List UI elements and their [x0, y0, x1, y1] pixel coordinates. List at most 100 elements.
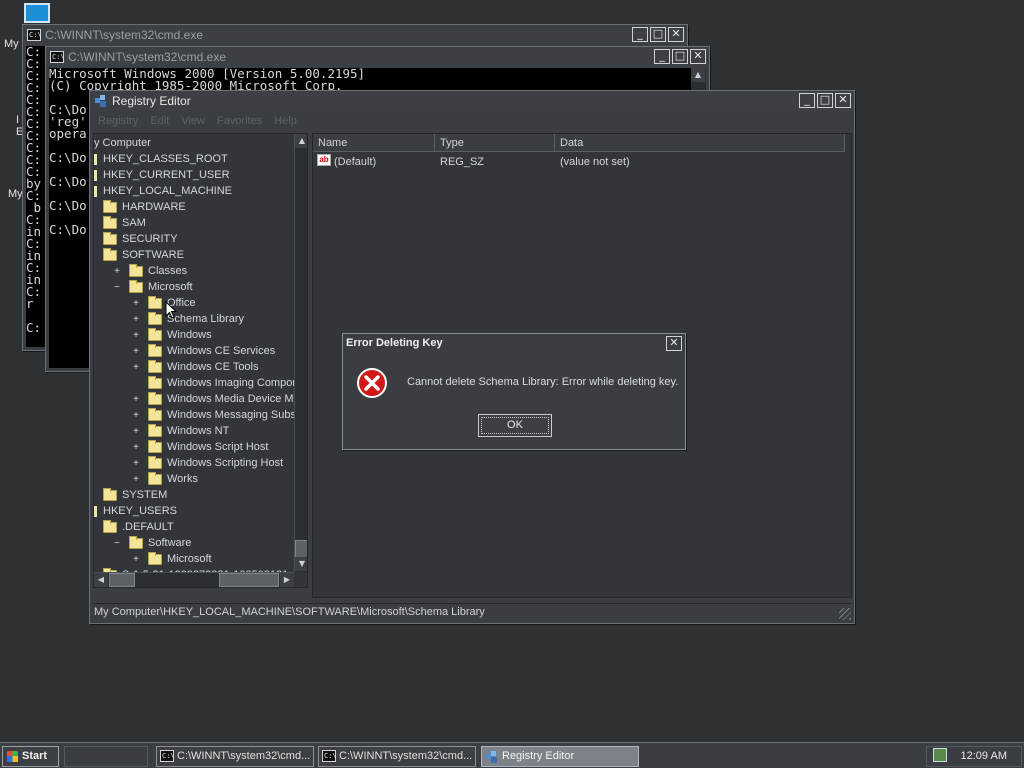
tree-node[interactable]: + Windows Messaging Subsys [131, 407, 307, 423]
taskbar: Start C:\ C:\WINNT\system32\cmd... C:\ C… [0, 742, 1024, 768]
expand-icon[interactable]: + [131, 458, 141, 469]
dialog-message: Cannot delete Schema Library: Error whil… [407, 376, 679, 388]
menu-view[interactable]: View [181, 115, 205, 127]
folder-icon [103, 247, 117, 261]
maximize-button[interactable]: □ [650, 27, 666, 42]
tree-node[interactable]: HKEY_CLASSES_ROOT [94, 151, 228, 167]
scroll-left-arrow-icon[interactable]: ◀ [94, 573, 108, 587]
maximize-button[interactable]: □ [672, 49, 688, 64]
folder-icon [103, 487, 117, 501]
close-button[interactable]: ✕ [668, 27, 684, 42]
tree-horizontal-scrollbar[interactable]: ◀ ▶ [94, 572, 294, 587]
scroll-down-arrow-icon[interactable]: ▼ [295, 557, 307, 571]
tree-node[interactable]: HKEY_CURRENT_USER [94, 167, 230, 183]
tree-node[interactable]: − Microsoft [112, 279, 193, 295]
windows-logo-icon [7, 751, 18, 762]
close-button[interactable]: ✕ [835, 93, 851, 108]
tree-node[interactable]: + Office [131, 295, 196, 311]
tree-node-label: Windows NT [167, 425, 230, 437]
registry-tree[interactable]: y Computer HKEY_CLASSES_ROOT HKEY_CURRENT_… [93, 133, 308, 588]
ok-button[interactable]: OK [478, 414, 552, 437]
column-header-name[interactable]: Name [313, 134, 435, 152]
folder-icon [103, 199, 117, 213]
hive-icon [94, 185, 97, 197]
scroll-up-arrow-icon[interactable]: ▲ [691, 68, 705, 82]
string-value-icon: ab [317, 154, 331, 166]
value-data: (value not set) [560, 156, 630, 168]
tree-node[interactable]: − Software [112, 535, 191, 551]
task-button-cmd-2[interactable]: C:\ C:\WINNT\system32\cmd... [318, 746, 476, 767]
error-dialog[interactable]: Error Deleting Key ✕ Cannot delete Schem… [342, 333, 686, 450]
menu-help[interactable]: Help [274, 115, 297, 127]
tree-vertical-scrollbar[interactable]: ▲ ▼ [294, 134, 307, 572]
tree-node[interactable]: + Windows Media Device Mar [131, 391, 303, 407]
column-header-type[interactable]: Type [435, 134, 555, 152]
resize-grip-icon[interactable] [839, 608, 851, 620]
tree-node[interactable]: + Windows CE Services [131, 343, 275, 359]
expand-icon[interactable]: + [131, 442, 141, 453]
collapse-icon[interactable]: − [112, 282, 122, 293]
expand-icon[interactable]: + [131, 346, 141, 357]
dialog-close-button[interactable]: ✕ [666, 336, 682, 351]
hscroll-thumb[interactable] [109, 573, 135, 587]
tree-node[interactable]: + Works [131, 471, 198, 487]
close-button[interactable]: ✕ [690, 49, 706, 64]
tree-node[interactable]: + Windows NT [131, 423, 229, 439]
expand-icon[interactable]: + [112, 266, 122, 277]
task-button-cmd-1[interactable]: C:\ C:\WINNT\system32\cmd... [156, 746, 314, 767]
menu-favorites[interactable]: Favorites [217, 115, 262, 127]
tree-node[interactable]: Windows Imaging Compone [131, 375, 305, 391]
tree-node[interactable]: SAM [103, 215, 146, 231]
expand-icon[interactable]: + [131, 298, 141, 309]
expand-icon[interactable]: + [131, 410, 141, 421]
maximize-button[interactable]: □ [817, 93, 833, 108]
hive-icon [94, 505, 97, 517]
column-header-data[interactable]: Data [555, 134, 845, 152]
tree-node[interactable]: SYSTEM [103, 487, 167, 503]
cmd-front-title: C:\WINNT\system32\cmd.exe [68, 50, 227, 64]
task-button-registry-editor[interactable]: Registry Editor [481, 746, 639, 767]
network-tray-icon[interactable] [933, 748, 947, 762]
expand-icon[interactable]: + [131, 554, 141, 565]
tree-node[interactable]: HARDWARE [103, 199, 186, 215]
minimize-button[interactable]: _ [654, 49, 670, 64]
expand-icon[interactable]: + [131, 474, 141, 485]
tree-node[interactable]: + Classes [112, 263, 187, 279]
tree-node[interactable]: + Windows CE Tools [131, 359, 259, 375]
menu-registry[interactable]: Registry [98, 115, 138, 127]
start-button[interactable]: Start [2, 746, 59, 767]
tree-node[interactable]: SECURITY [103, 231, 178, 247]
tree-node-label: Windows CE Services [167, 345, 276, 357]
tree-node-label: Windows Media Device Mar [167, 393, 304, 405]
expand-icon[interactable]: + [131, 394, 141, 405]
tree-node[interactable]: + Windows Script Host [131, 439, 268, 455]
clock[interactable]: 12:09 AM [961, 750, 1007, 762]
tree-node[interactable]: HKEY_USERS [94, 503, 177, 519]
expand-icon[interactable]: + [131, 362, 141, 373]
tree-node[interactable]: SOFTWARE [103, 247, 184, 263]
tree-node[interactable]: y Computer [94, 135, 151, 151]
tree-node[interactable]: + Windows [131, 327, 212, 343]
minimize-button[interactable]: _ [632, 27, 648, 42]
tree-node[interactable]: + Windows Scripting Host [131, 455, 283, 471]
expand-icon[interactable]: + [131, 426, 141, 437]
cmd-icon: C:\ [27, 29, 42, 41]
tree-node[interactable]: .DEFAULT [103, 519, 174, 535]
desktop-icon[interactable] [24, 3, 50, 23]
minimize-button[interactable]: _ [799, 93, 815, 108]
tree-node[interactable]: HKEY_LOCAL_MACHINE [94, 183, 232, 199]
expand-icon[interactable]: + [131, 330, 141, 341]
menu-edit[interactable]: Edit [150, 115, 169, 127]
collapse-icon[interactable]: − [112, 538, 122, 549]
folder-icon [103, 519, 117, 533]
scroll-up-arrow-icon[interactable]: ▲ [295, 134, 307, 148]
tree-node[interactable]: + Microsoft [131, 551, 212, 567]
cmd-back-titlebar[interactable]: C:\ C:\WINNT\system32\cmd.exe _ □ ✕ [23, 25, 687, 45]
hscroll-thumb[interactable] [219, 573, 279, 587]
expand-icon[interactable]: + [131, 314, 141, 325]
scroll-right-arrow-icon[interactable]: ▶ [280, 573, 294, 587]
cmd-front-titlebar[interactable]: C:\ C:\WINNT\system32\cmd.exe _ □ ✕ [46, 47, 709, 67]
value-name[interactable]: (Default) [334, 154, 376, 170]
regedit-titlebar[interactable]: Registry Editor _ □ ✕ [90, 91, 854, 111]
tree-node[interactable]: + Schema Library [131, 311, 244, 327]
